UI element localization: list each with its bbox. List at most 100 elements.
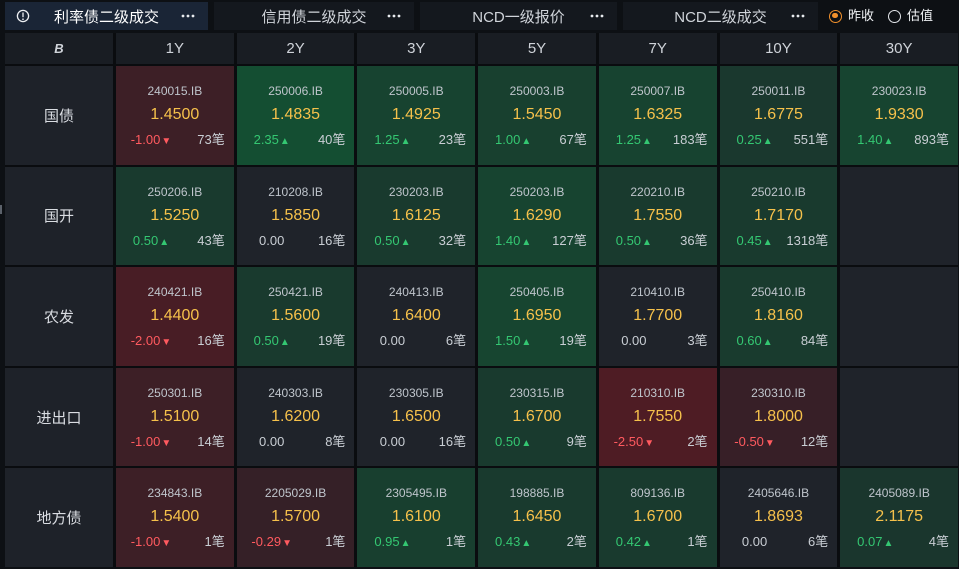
quote-cell-3y[interactable]: 250005.IB 1.4925 1.25▲ 23笔 xyxy=(357,66,476,165)
change-value: 0.50 xyxy=(253,333,279,349)
trade-count: 67笔 xyxy=(559,132,587,147)
more-horizontal-icon[interactable] xyxy=(590,14,604,18)
radio-circle-icon[interactable] xyxy=(829,9,842,23)
yield-change: -1.00▼ xyxy=(116,534,186,551)
bond-yield: 1.6400 xyxy=(391,307,441,325)
bond-yield: 1.5700 xyxy=(271,508,321,526)
cell-footer: 0.00 16笔 xyxy=(237,233,355,248)
top-tab-bar: 利率债二级成交 信用债二级成交 NCD一级报价 NCD二级成交 昨收 估值 xyxy=(0,0,959,32)
more-horizontal-icon[interactable] xyxy=(387,14,401,18)
quote-cell-10y[interactable]: 250210.IB 1.7170 0.45▲ 1318笔 xyxy=(719,166,838,266)
cell-footer: 0.50▲ 43笔 xyxy=(116,233,234,248)
corner-header: B xyxy=(5,33,113,64)
change-value: 0.50 xyxy=(132,232,159,248)
bond-code: 230310.IB xyxy=(751,385,806,400)
change-value: 0.00 xyxy=(379,333,406,349)
cell-footer: -0.29▼ 1笔 xyxy=(237,534,355,549)
cell-footer: 0.43▲ 2笔 xyxy=(478,534,596,549)
quote-cell-1y[interactable]: 240015.IB 1.4500 -1.00▼ 73笔 xyxy=(116,66,234,165)
quote-cell-2y[interactable]: 250421.IB 1.5600 0.50▲ 19笔 xyxy=(236,267,355,366)
tab-rate-bond-secondary[interactable]: 利率债二级成交 xyxy=(5,2,208,30)
quote-cell-3y[interactable]: 2305495.IB 1.6100 0.95▲ 1笔 xyxy=(357,468,476,567)
quote-cell-5y[interactable]: 250203.IB 1.6290 1.40▲ 127笔 xyxy=(478,166,596,266)
yield-change: 1.00▲ xyxy=(478,132,548,149)
quote-cell-2y[interactable]: 250006.IB 1.4835 2.35▲ 40笔 xyxy=(236,66,355,165)
quote-cell-7y[interactable]: 220210.IB 1.7550 0.50▲ 36笔 xyxy=(598,166,717,266)
quote-cell-30y[interactable]: 2405089.IB 2.1175 0.07▲ 4笔 xyxy=(840,468,958,567)
radio-circle-icon[interactable] xyxy=(888,9,902,23)
yield-change: 0.95▲ xyxy=(357,534,427,551)
change-value: 0.95 xyxy=(374,534,400,550)
down-arrow-icon: ▼ xyxy=(764,437,775,449)
panel-resize-handle[interactable] xyxy=(0,205,2,214)
up-arrow-icon: ▲ xyxy=(642,136,652,147)
empty-cell-30y xyxy=(840,166,958,266)
bond-yield: 1.6700 xyxy=(512,407,562,425)
bond-yield: 1.6325 xyxy=(633,106,683,123)
valuation-radio[interactable]: 估值 xyxy=(888,8,933,24)
bond-code: 230023.IB xyxy=(871,84,927,98)
tab-label: NCD二级成交 xyxy=(674,8,767,26)
radio-label[interactable]: 昨收 xyxy=(848,8,874,24)
up-arrow-icon: ▲ xyxy=(400,538,411,550)
more-horizontal-icon[interactable] xyxy=(791,14,805,18)
bond-code: 230305.IB xyxy=(388,385,444,400)
change-value: 1.40 xyxy=(857,132,883,147)
quote-cell-5y[interactable]: 250003.IB 1.5450 1.00▲ 67笔 xyxy=(478,66,596,165)
trade-count: 1笔 xyxy=(204,534,225,550)
quote-cell-5y[interactable]: 250405.IB 1.6950 1.50▲ 19笔 xyxy=(478,267,596,366)
bond-yield: 1.5450 xyxy=(512,106,562,123)
quote-cell-2y[interactable]: 210208.IB 1.5850 0.00 16笔 xyxy=(236,166,355,266)
quote-cell-1y[interactable]: 234843.IB 1.5400 -1.00▼ 1笔 xyxy=(116,468,234,567)
tab-ncd-secondary[interactable]: NCD二级成交 xyxy=(623,2,818,30)
quote-cell-10y[interactable]: 250011.IB 1.6775 0.25▲ 551笔 xyxy=(719,66,838,165)
prev-close-radio[interactable]: 昨收 xyxy=(829,8,874,24)
yield-change: 1.50▲ xyxy=(478,333,548,350)
row-header-label: 地方债 xyxy=(36,510,82,528)
quote-cell-1y[interactable]: 250301.IB 1.5100 -1.00▼ 14笔 xyxy=(116,367,234,467)
more-horizontal-icon[interactable] xyxy=(181,14,195,18)
trade-count: 127笔 xyxy=(552,232,587,248)
quote-cell-1y[interactable]: 240421.IB 1.4400 -2.00▼ 16笔 xyxy=(116,267,234,366)
quote-cell-3y[interactable]: 230305.IB 1.6500 0.00 16笔 xyxy=(357,367,476,467)
bond-code: 250210.IB xyxy=(751,184,806,199)
quote-cell-3y[interactable]: 230203.IB 1.6125 0.50▲ 32笔 xyxy=(357,166,476,266)
trade-count: 12笔 xyxy=(800,433,829,449)
change-value: 0.25 xyxy=(736,132,762,147)
quote-cell-10y[interactable]: 250410.IB 1.8160 0.60▲ 84笔 xyxy=(719,267,838,366)
quote-cell-7y[interactable]: 250007.IB 1.6325 1.25▲ 183笔 xyxy=(598,66,717,165)
tab-ncd-primary-quote[interactable]: NCD一级报价 xyxy=(420,2,617,30)
up-arrow-icon: ▲ xyxy=(521,337,532,349)
radio-label[interactable]: 估值 xyxy=(907,8,933,24)
quote-cell-10y[interactable]: 2405646.IB 1.8693 0.00 6笔 xyxy=(719,468,838,567)
bond-yield: 1.5250 xyxy=(150,206,200,224)
trade-count: 19笔 xyxy=(559,333,587,349)
bond-code: 234843.IB xyxy=(147,486,203,501)
quote-cell-5y[interactable]: 198885.IB 1.6450 0.43▲ 2笔 xyxy=(478,468,596,567)
quote-cell-2y[interactable]: 240303.IB 1.6200 0.00 8笔 xyxy=(236,367,355,467)
info-icon[interactable] xyxy=(16,9,30,23)
quote-cell-3y[interactable]: 240413.IB 1.6400 0.00 6笔 xyxy=(357,267,476,366)
trade-count: 6笔 xyxy=(808,534,829,550)
up-arrow-icon: ▲ xyxy=(521,236,532,248)
bond-code: 250007.IB xyxy=(630,84,686,98)
quote-cell-2y[interactable]: 2205029.IB 1.5700 -0.29▼ 1笔 xyxy=(236,468,355,567)
quote-cell-7y[interactable]: 210410.IB 1.7700 0.00 3笔 xyxy=(598,267,717,366)
bond-yield: 1.8693 xyxy=(753,508,803,526)
trade-count: 9笔 xyxy=(566,433,587,449)
quote-cell-7y[interactable]: 210310.IB 1.7550 -2.50▼ 2笔 xyxy=(598,367,717,467)
quote-cell-7y[interactable]: 809136.IB 1.6700 0.42▲ 1笔 xyxy=(598,468,717,567)
bond-code: 240303.IB xyxy=(268,385,323,400)
quote-cell-1y[interactable]: 250206.IB 1.5250 0.50▲ 43笔 xyxy=(116,166,234,266)
trade-count: 1318笔 xyxy=(786,232,829,248)
up-arrow-icon: ▲ xyxy=(400,136,411,147)
down-arrow-icon: ▼ xyxy=(644,437,655,449)
quote-cell-5y[interactable]: 230315.IB 1.6700 0.50▲ 9笔 xyxy=(478,367,596,467)
quote-cell-10y[interactable]: 230310.IB 1.8000 -0.50▼ 12笔 xyxy=(719,367,838,467)
tab-credit-bond-secondary[interactable]: 信用债二级成交 xyxy=(214,2,414,30)
quote-cell-30y[interactable]: 230023.IB 1.9330 1.40▲ 893笔 xyxy=(840,66,958,165)
change-value: 1.25 xyxy=(374,132,400,147)
yield-change: 2.35▲ xyxy=(237,132,307,149)
cell-footer: 0.50▲ 19笔 xyxy=(237,333,355,348)
cell-footer: 1.25▲ 23笔 xyxy=(357,132,475,147)
